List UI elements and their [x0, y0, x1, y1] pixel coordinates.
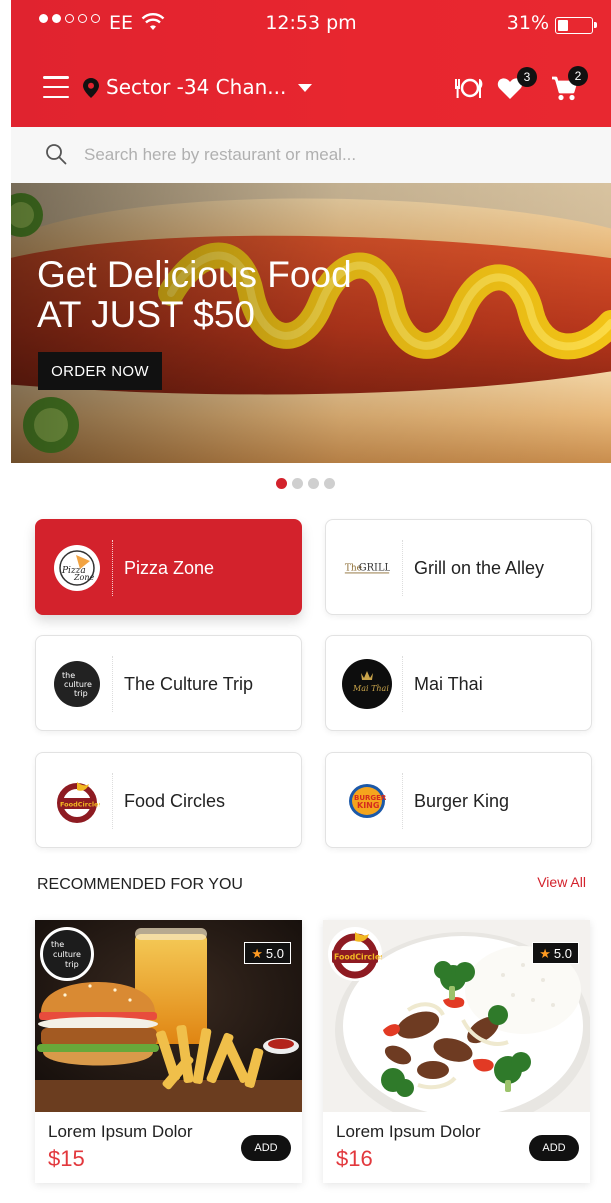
grill-logo: The GRILL: [344, 545, 390, 591]
recommended-heading: RECOMMENDED FOR YOU: [37, 876, 243, 893]
rating-badge: ★ 5.0: [532, 942, 579, 964]
food-circles-logo: FoodCircles: [54, 778, 100, 824]
mai-thai-logo: Mai Thai: [342, 659, 392, 709]
pizza-zone-logo: Pizza Zone: [54, 545, 100, 591]
burger-king-logo: BURGER KING: [344, 778, 390, 824]
rating-badge: ★ 5.0: [244, 942, 291, 964]
svg-text:FoodCircles: FoodCircles: [334, 953, 382, 962]
svg-text:Zone: Zone: [73, 573, 95, 582]
svg-text:Mai Thai: Mai Thai: [352, 684, 389, 693]
product-card[interactable]: the culture trip ★ 5.0 Lorem Ipsum Dolor …: [35, 920, 302, 1183]
svg-text:FoodCircles: FoodCircles: [60, 801, 100, 809]
restaurant-card-mai-thai[interactable]: Mai Thai Mai Thai: [325, 635, 592, 731]
food-circles-logo: FoodCircles: [328, 927, 382, 981]
order-now-button[interactable]: ORDER NOW: [38, 352, 162, 390]
pager-dot[interactable]: [276, 478, 287, 489]
location-pin-icon: [83, 78, 99, 98]
battery-percent: 31%: [506, 12, 549, 34]
status-bar: EE 12:53 pm 31%: [11, 0, 611, 52]
rating-value: 5.0: [265, 946, 284, 961]
pager-dot[interactable]: [324, 478, 335, 489]
app-screen: EE 12:53 pm 31% Sector -34 Chan... 3 2 S…: [0, 0, 611, 1203]
battery-icon: [555, 17, 597, 34]
pager-dot[interactable]: [292, 478, 303, 489]
search-icon[interactable]: [45, 143, 67, 165]
svg-text:culture: culture: [53, 950, 81, 959]
svg-text:GRILL: GRILL: [359, 562, 390, 573]
svg-text:the: the: [51, 940, 64, 949]
add-to-cart-button[interactable]: ADD: [529, 1135, 579, 1161]
product-name: Lorem Ipsum Dolor: [48, 1122, 193, 1141]
restaurant-card-burger-king[interactable]: BURGER KING Burger King: [325, 752, 592, 848]
search-bar: [11, 127, 611, 183]
culture-trip-logo: the culture trip: [40, 927, 94, 981]
app-header: EE 12:53 pm 31% Sector -34 Chan... 3 2: [11, 0, 611, 127]
product-name: Lorem Ipsum Dolor: [336, 1122, 481, 1141]
restaurant-name: The Culture Trip: [124, 674, 254, 694]
restaurant-name: Pizza Zone: [124, 558, 215, 578]
banner-title: Get Delicious Food: [37, 254, 352, 295]
product-card[interactable]: FoodCircles ★ 5.0 Lorem Ipsum Dolor $16 A…: [323, 920, 590, 1183]
pager-dot[interactable]: [308, 478, 319, 489]
favorites-badge: 3: [517, 67, 537, 87]
rating-value: 5.0: [553, 946, 572, 961]
restaurant-name: Grill on the Alley: [414, 558, 545, 578]
svg-text:trip: trip: [74, 689, 88, 698]
restaurant-name: Food Circles: [124, 791, 226, 811]
search-input[interactable]: [84, 139, 564, 171]
svg-text:KING: KING: [357, 801, 379, 810]
restaurant-name: Burger King: [414, 791, 510, 811]
product-price: $16: [336, 1146, 373, 1171]
restaurant-card-food-circles[interactable]: FoodCircles Food Circles: [35, 752, 302, 848]
banner-text: Get Delicious Food AT JUST $50: [37, 255, 352, 335]
culture-trip-logo: the culture trip: [54, 661, 100, 707]
restaurant-card-grill-on-the-alley[interactable]: The GRILL Grill on the Alley: [325, 519, 592, 615]
star-icon: ★: [539, 946, 551, 961]
svg-text:trip: trip: [65, 960, 79, 969]
banner-pager: [0, 478, 611, 489]
nav-bar: Sector -34 Chan... 3 2: [11, 60, 611, 116]
chevron-down-icon[interactable]: [298, 84, 312, 92]
restaurant-plate-icon[interactable]: [453, 73, 485, 103]
svg-text:culture: culture: [64, 680, 92, 689]
svg-text:the: the: [62, 671, 75, 680]
promo-banner[interactable]: Get Delicious Food AT JUST $50 ORDER NOW: [11, 183, 611, 463]
add-to-cart-button[interactable]: ADD: [241, 1135, 291, 1161]
restaurant-card-the-culture-trip[interactable]: the culture trip The Culture Trip: [35, 635, 302, 731]
star-icon: ★: [251, 946, 263, 961]
restaurant-name: Mai Thai: [414, 674, 483, 694]
product-price: $15: [48, 1146, 85, 1171]
cart-badge: 2: [568, 66, 588, 86]
view-all-link[interactable]: View All: [537, 874, 586, 890]
banner-subtitle: AT JUST $50: [37, 294, 255, 335]
menu-icon[interactable]: [43, 76, 69, 98]
location-selector[interactable]: Sector -34 Chan...: [106, 75, 286, 99]
restaurant-card-pizza-zone[interactable]: Pizza Zone Pizza Zone: [35, 519, 302, 615]
